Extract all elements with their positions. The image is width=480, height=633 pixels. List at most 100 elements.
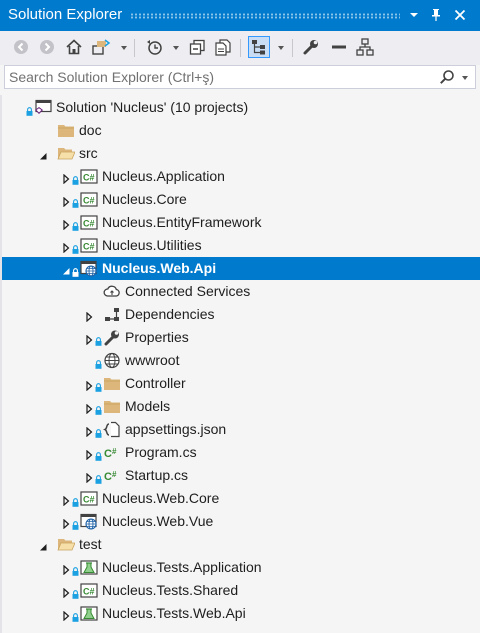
home-icon: [66, 39, 82, 55]
tree-row[interactable]: Controller: [0, 372, 480, 395]
tree-item-label: Solution 'Nucleus' (10 projects): [56, 99, 249, 115]
folder-open-icon: [57, 536, 76, 553]
tree-item-label: Nucleus.Web.Core: [102, 490, 220, 506]
tree-row[interactable]: src: [0, 142, 480, 165]
collapsed-arrow-icon[interactable]: [84, 447, 94, 461]
collapsed-arrow-icon[interactable]: [61, 240, 71, 254]
folder-icon: [103, 375, 121, 392]
tree-row[interactable]: C# Nucleus.EntityFramework: [0, 211, 480, 234]
test-project-icon: [80, 559, 98, 576]
lock-icon: [95, 379, 102, 392]
lock-icon: [26, 103, 33, 116]
web-project-icon: [80, 513, 98, 530]
switch-views-dropdown-icon[interactable]: [121, 46, 127, 50]
tree-row[interactable]: C# Nucleus.Core: [0, 188, 480, 211]
lock-icon: [95, 425, 102, 438]
home-button[interactable]: [63, 36, 85, 58]
tree-item-label: Nucleus.Tests.Shared: [102, 582, 239, 598]
tree-row[interactable]: Solution 'Nucleus' (10 projects): [0, 96, 480, 119]
tree-row[interactable]: Nucleus.Web.Vue: [0, 510, 480, 533]
collapsed-arrow-icon[interactable]: [61, 217, 71, 231]
tree-left-edge: [0, 95, 2, 633]
tree-row[interactable]: C # Startup.cs: [0, 464, 480, 487]
close-icon[interactable]: [450, 5, 470, 25]
toolbar: [0, 31, 480, 65]
pending-changes-dropdown-icon[interactable]: [173, 46, 179, 50]
collapse-all-button[interactable]: [186, 36, 208, 58]
tree-row[interactable]: C # Program.cs: [0, 441, 480, 464]
collapsed-arrow-icon[interactable]: [84, 378, 94, 392]
back-button[interactable]: [10, 36, 32, 58]
search-icon[interactable]: [439, 69, 455, 88]
tree-row[interactable]: C# Nucleus.Tests.Shared: [0, 579, 480, 602]
collapsed-arrow-icon[interactable]: [84, 309, 94, 323]
switch-views-button[interactable]: [90, 36, 112, 58]
wrench-icon: [303, 40, 318, 55]
tree-item-label: doc: [79, 122, 102, 138]
properties-button[interactable]: [300, 36, 322, 58]
svg-text:C#: C#: [83, 587, 95, 597]
collapsed-arrow-icon[interactable]: [61, 585, 71, 599]
tree-row[interactable]: test: [0, 533, 480, 556]
tree-row[interactable]: C# Nucleus.Utilities: [0, 234, 480, 257]
forward-button[interactable]: [36, 36, 58, 58]
search-input[interactable]: [9, 68, 429, 86]
sync-dropdown-icon[interactable]: [278, 46, 284, 50]
collapsed-arrow-icon[interactable]: [84, 424, 94, 438]
tree-row[interactable]: Dependencies: [0, 303, 480, 326]
lock-icon: [72, 609, 79, 622]
collapsed-arrow-icon[interactable]: [61, 516, 71, 530]
solution-explorer-window: Solution Explorer Search Solution Explor…: [0, 0, 480, 633]
lock-icon: [72, 586, 79, 599]
view-class-diagram-button[interactable]: [354, 36, 376, 58]
expanded-arrow-icon[interactable]: [61, 263, 71, 275]
collapsed-arrow-icon[interactable]: [61, 562, 71, 576]
expanded-arrow-icon[interactable]: [38, 148, 48, 160]
tree-row[interactable]: doc: [0, 119, 480, 142]
tree-item-label: Models: [125, 398, 171, 414]
tree-item-label: Connected Services: [125, 283, 251, 299]
tree-row[interactable]: C# Nucleus.Web.Core: [0, 487, 480, 510]
lock-icon: [72, 218, 79, 231]
window-position-dropdown-icon[interactable]: [404, 5, 424, 25]
tree-row[interactable]: Nucleus.Tests.Web.Api: [0, 602, 480, 625]
lock-icon: [72, 264, 79, 277]
tree-row[interactable]: C# Nucleus.Application: [0, 165, 480, 188]
sync-with-active-document-button[interactable]: [248, 36, 270, 58]
tree-row[interactable]: Connected Services: [0, 280, 480, 303]
tree-row[interactable]: appsettings.json: [0, 418, 480, 441]
folder-icon: [103, 398, 121, 415]
tree-row[interactable]: Nucleus.Web.Api: [0, 257, 480, 280]
svg-text:C: C: [104, 471, 112, 483]
collapsed-arrow-icon[interactable]: [61, 493, 71, 507]
expanded-arrow-icon[interactable]: [38, 539, 48, 551]
web-project-icon: [80, 260, 98, 277]
collapsed-arrow-icon[interactable]: [61, 194, 71, 208]
collapsed-arrow-icon[interactable]: [61, 171, 71, 185]
collapsed-arrow-icon[interactable]: [61, 608, 71, 622]
collapsed-arrow-icon[interactable]: [84, 470, 94, 484]
switch-views-icon: [92, 39, 111, 55]
tree-hierarchy-icon: [252, 40, 265, 55]
svg-text:C#: C#: [83, 173, 95, 183]
preview-selected-items-button[interactable]: [328, 36, 350, 58]
collapsed-arrow-icon[interactable]: [84, 401, 94, 415]
tree-item-label: test: [79, 536, 102, 552]
tree-row[interactable]: wwwroot: [0, 349, 480, 372]
tree-row[interactable]: Nucleus.Tests.Application: [0, 556, 480, 579]
lock-icon: [95, 448, 102, 461]
csharp-file-icon: C #: [103, 444, 121, 461]
svg-text:C#: C#: [83, 495, 95, 505]
search-options-dropdown-icon[interactable]: [462, 76, 468, 80]
title-bar: Solution Explorer: [0, 0, 480, 31]
title-drag-grip[interactable]: [130, 13, 400, 19]
svg-text:C#: C#: [83, 219, 95, 229]
tree-row[interactable]: Models: [0, 395, 480, 418]
pin-icon[interactable]: [426, 5, 446, 25]
collapsed-arrow-icon[interactable]: [84, 332, 94, 346]
tree-row[interactable]: Properties: [0, 326, 480, 349]
pending-changes-filter-button[interactable]: [143, 36, 165, 58]
tree-item-label: Controller: [125, 375, 186, 391]
tree-item-label: Nucleus.Web.Vue: [102, 513, 214, 529]
show-all-files-button[interactable]: [212, 36, 234, 58]
